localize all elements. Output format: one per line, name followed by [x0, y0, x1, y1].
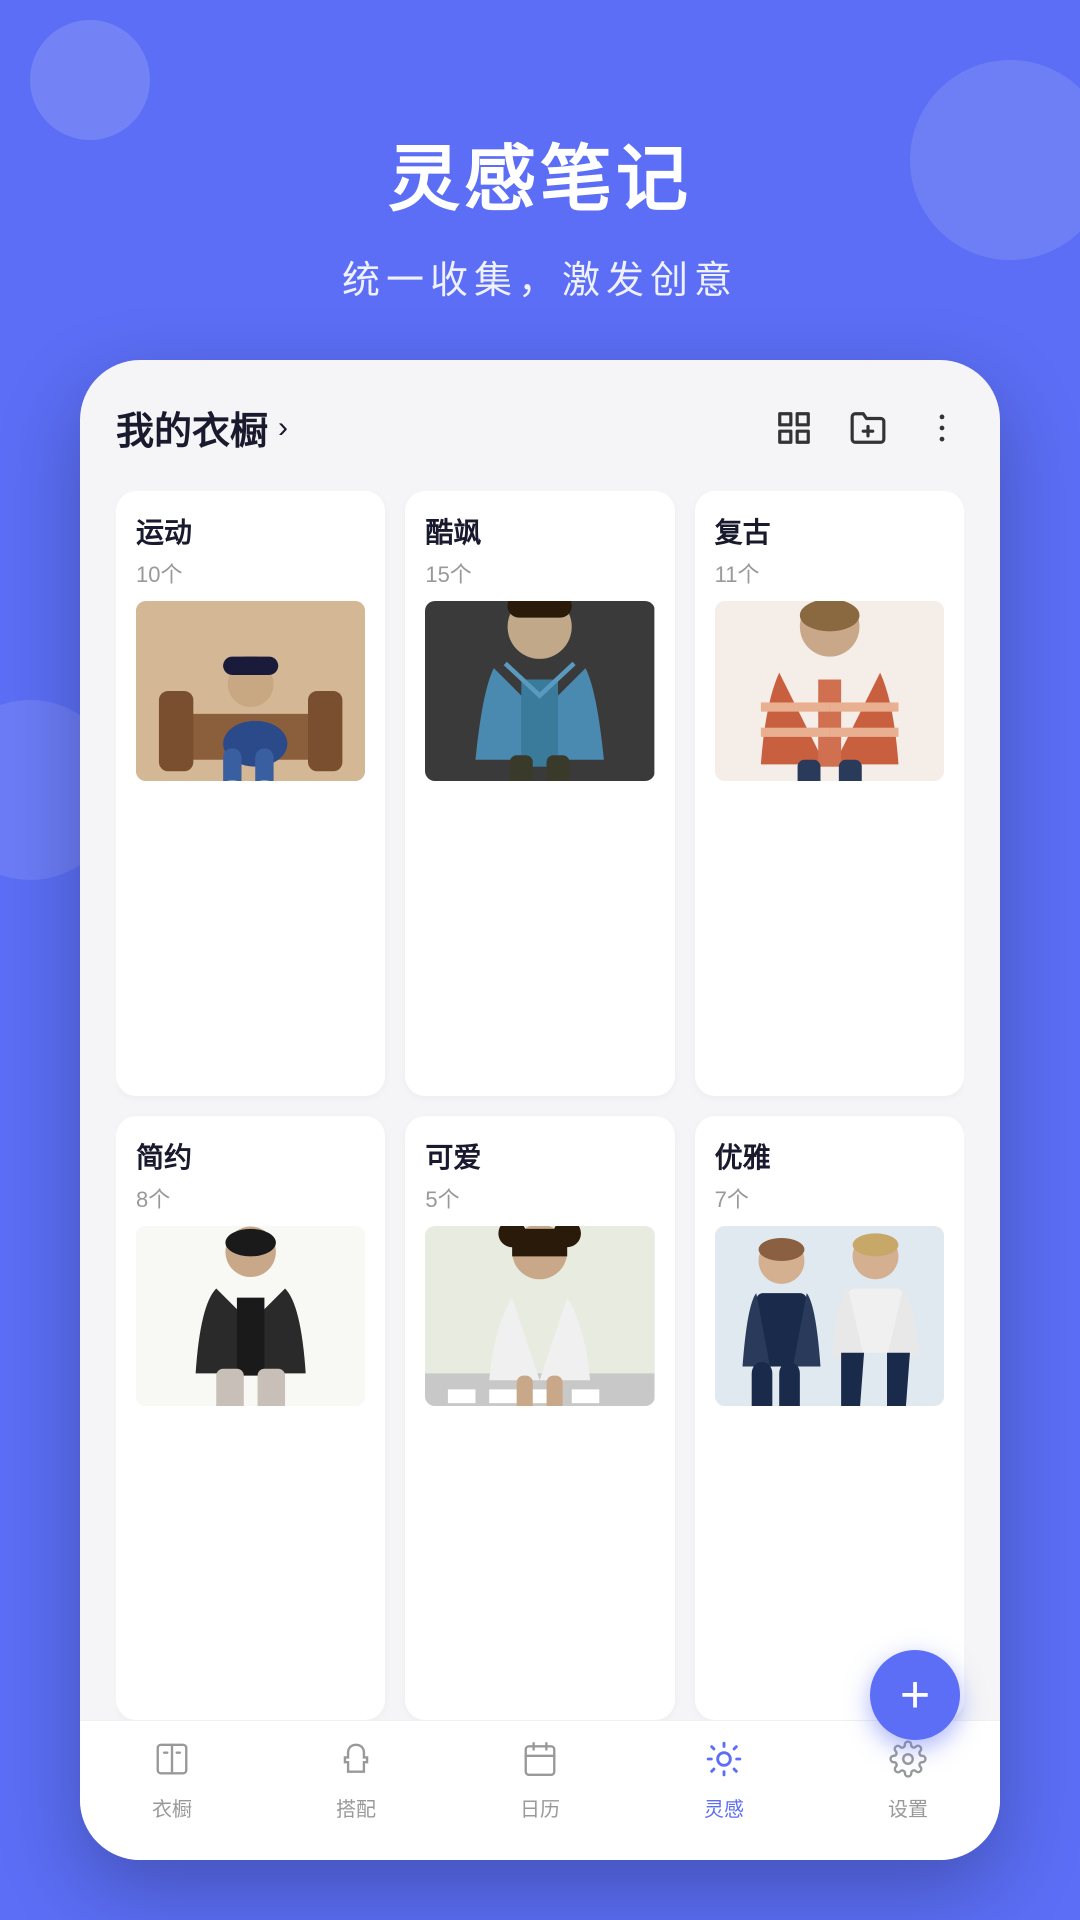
category-count-simple: 8个 — [136, 1182, 365, 1214]
bottom-nav: 衣橱 搭配 日历 — [80, 1720, 1000, 1860]
category-count-retro: 11个 — [715, 557, 944, 589]
settings-nav-icon — [889, 1740, 927, 1785]
nav-item-settings[interactable]: 设置 — [816, 1740, 1000, 1822]
category-name-simple: 简约 — [136, 1136, 365, 1176]
category-name-cute: 可爱 — [425, 1136, 654, 1176]
match-nav-icon — [337, 1740, 375, 1785]
add-fab-button[interactable]: + — [870, 1650, 960, 1740]
category-image-cool — [425, 601, 654, 781]
inspiration-nav-icon — [705, 1740, 743, 1785]
category-card-cool[interactable]: 酷飒 15个 — [405, 491, 674, 1096]
nav-item-inspiration[interactable]: 灵感 — [632, 1740, 816, 1822]
nav-label-match: 搭配 — [336, 1793, 376, 1822]
nav-item-calendar[interactable]: 日历 — [448, 1740, 632, 1822]
top-bar-left[interactable]: 我的衣橱 › — [116, 400, 288, 455]
nav-label-wardrobe: 衣橱 — [152, 1793, 192, 1822]
category-count-cute: 5个 — [425, 1182, 654, 1214]
top-bar-icons — [772, 406, 964, 450]
add-icon: + — [900, 1669, 930, 1721]
category-name-sport: 运动 — [136, 511, 365, 551]
category-card-retro[interactable]: 复古 11个 — [695, 491, 964, 1096]
category-count-sport: 10个 — [136, 557, 365, 589]
nav-label-calendar: 日历 — [520, 1793, 560, 1822]
category-grid: 运动 10个 — [116, 491, 964, 1720]
category-image-retro — [715, 601, 944, 781]
calendar-nav-icon — [521, 1740, 559, 1785]
fab-container: + — [870, 1650, 960, 1740]
category-card-elegant[interactable]: 优雅 7个 — [695, 1116, 964, 1721]
header-title: 灵感笔记 — [0, 120, 1080, 225]
wardrobe-nav-icon — [153, 1740, 191, 1785]
phone-mockup: 我的衣橱 › — [80, 360, 1000, 1860]
category-name-elegant: 优雅 — [715, 1136, 944, 1176]
category-image-cute — [425, 1226, 654, 1406]
category-image-simple — [136, 1226, 365, 1406]
category-count-elegant: 7个 — [715, 1182, 944, 1214]
category-count-cool: 15个 — [425, 557, 654, 589]
nav-item-wardrobe[interactable]: 衣橱 — [80, 1740, 264, 1822]
category-image-elegant — [715, 1226, 944, 1406]
header-subtitle: 统一收集，激发创意 — [0, 249, 1080, 304]
nav-item-match[interactable]: 搭配 — [264, 1740, 448, 1822]
section-title: 我的衣橱 — [116, 400, 268, 455]
nav-label-inspiration: 灵感 — [704, 1793, 744, 1822]
category-image-sport — [136, 601, 365, 781]
header: 灵感笔记 统一收集，激发创意 — [0, 0, 1080, 364]
chevron-right-icon: › — [278, 411, 288, 445]
nav-label-settings: 设置 — [888, 1793, 928, 1822]
more-options-button[interactable] — [920, 406, 964, 450]
top-bar: 我的衣橱 › — [116, 400, 964, 455]
category-name-retro: 复古 — [715, 511, 944, 551]
category-card-sport[interactable]: 运动 10个 — [116, 491, 385, 1096]
category-card-simple[interactable]: 简约 8个 — [116, 1116, 385, 1721]
app-content: 我的衣橱 › — [80, 360, 1000, 1720]
grid-view-button[interactable] — [772, 406, 816, 450]
category-name-cool: 酷飒 — [425, 511, 654, 551]
folder-button[interactable] — [846, 406, 890, 450]
category-card-cute[interactable]: 可爱 5个 — [405, 1116, 674, 1721]
